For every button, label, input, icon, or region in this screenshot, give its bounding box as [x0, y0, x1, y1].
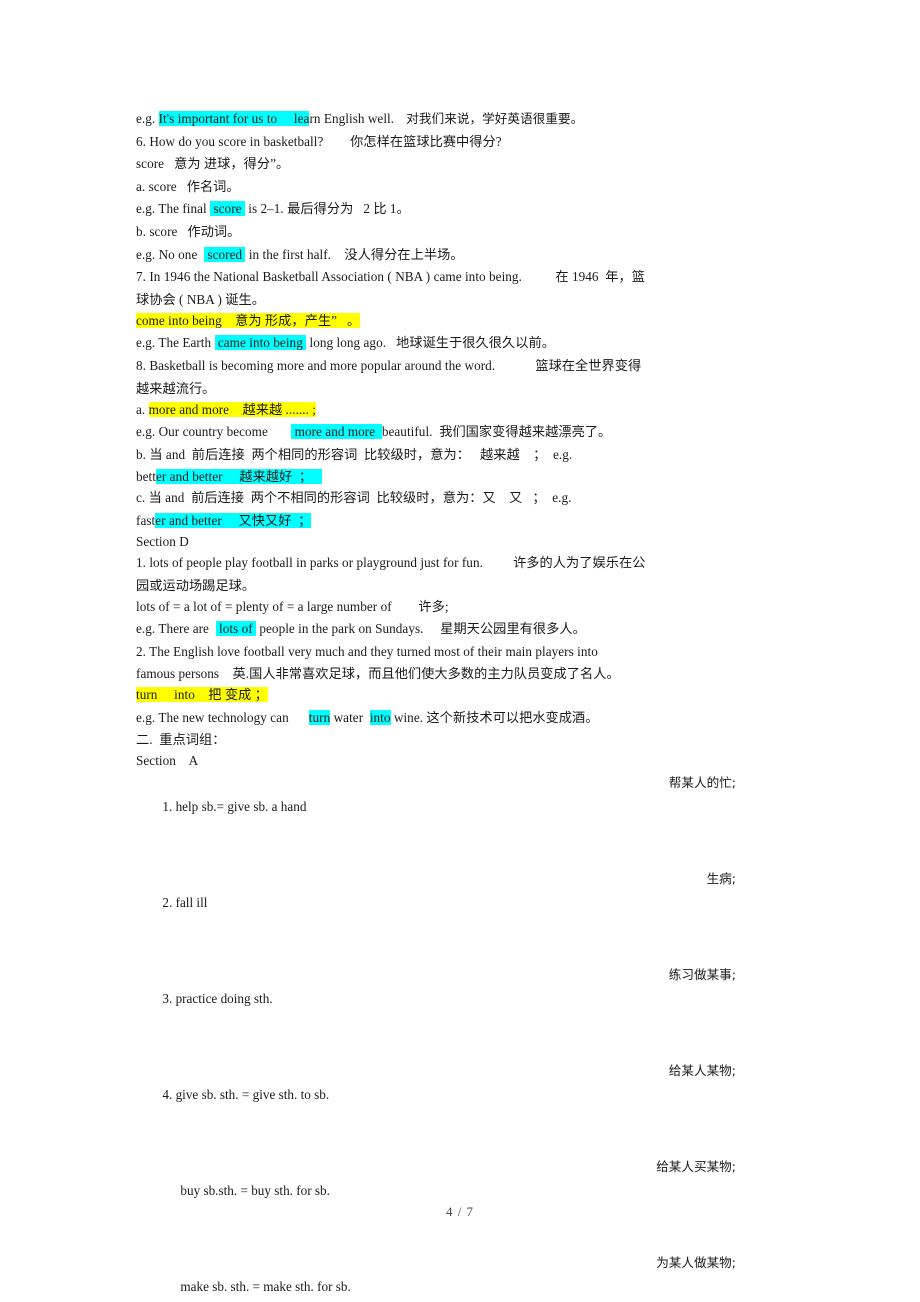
phrase-list-section-a: 1. help sb.= give sb. a hand 帮某人的忙; 2. f…	[136, 771, 736, 1302]
phrase-zh: 给某人买某物;	[656, 1159, 736, 1175]
text-line: better and better 越来越好 ；	[136, 466, 736, 487]
highlight-cyan: came into being	[214, 335, 307, 351]
document-body: e.g. It's important for us to learn Engl…	[136, 108, 736, 1302]
line-translation: 对我们来说，学好英语很重要。	[394, 111, 584, 126]
section-heading-d: Section D	[136, 533, 189, 549]
line-suffix: beautiful. 我们国家变得越来越漂亮了。	[381, 424, 612, 440]
text-line: 6. How do you score in basketball? 你怎样在篮…	[136, 133, 502, 149]
text-line: e.g. Our country become more and more be…	[136, 421, 736, 444]
text-line: a. score 作名词。	[136, 178, 240, 194]
phrase-en: buy sb.sth. = buy sth. for sb.	[180, 1183, 330, 1199]
text-line: e.g. There are lots of people in the par…	[136, 618, 736, 641]
line-prefix: e.g. No one	[136, 246, 205, 262]
text-line: lots of = a lot of = plenty of = a large…	[136, 598, 449, 614]
highlight-cyan: score	[210, 201, 245, 217]
page-number: 4 / 7	[445, 1204, 475, 1219]
text-line: faster and better 又快又好 ；	[136, 510, 736, 531]
highlight-cyan: It's important for us to lea	[158, 111, 310, 126]
line-prefix: e.g.	[136, 111, 159, 126]
phrase-en: make sb. sth. = make sth. for sb.	[180, 1279, 351, 1295]
text-line: 7. In 1946 the National Basketball Assoc…	[136, 269, 645, 285]
text-line: 园或运动场踢足球。	[136, 577, 256, 593]
text-line: c. 当 and 前后连接 两个不相同的形容词 比较级时，意为：又 又 ； e.…	[136, 490, 572, 506]
text-line: e.g. The new technology can turn water i…	[136, 707, 736, 730]
line-suffix: people in the park on Sundays. 星期天公园里有很多…	[256, 621, 586, 637]
text-line: b. score 作动词。	[136, 223, 241, 239]
text-line: 球协会 ( NBA ) 诞生。	[136, 291, 265, 307]
highlight-cyan: into	[369, 709, 391, 725]
phrase-row: 1. help sb.= give sb. a hand 帮某人的忙;	[136, 771, 736, 867]
highlight-cyan: er and better 又快又好 ；	[155, 512, 312, 528]
phrase-en: 1. help sb.= give sb. a hand	[162, 799, 307, 815]
highlight-cyan: turn	[308, 709, 331, 725]
text-line: 1. lots of people play football in parks…	[136, 554, 646, 570]
line-suffix: wine. 这个新技术可以把水变成酒。	[390, 709, 599, 725]
text-line: famous persons 英.国人非常喜欢足球，而且他们使大多数的主力队员变…	[136, 666, 620, 682]
highlight-yellow: come into being 意为 形成，产生” 。	[136, 312, 361, 328]
text-line: b. 当 and 前后连接 两个相同的形容词 比较级时，意为： 越来越 ； e.…	[136, 446, 573, 462]
section-heading-two: 二. 重点词组：	[136, 732, 226, 748]
phrase-en: 3. practice doing sth.	[162, 991, 273, 1007]
text-line: come into being 意为 形成，产生” 。	[136, 310, 736, 333]
text-line: e.g. It's important for us to learn Engl…	[136, 108, 736, 131]
line-prefix: fast	[136, 512, 156, 528]
highlight-yellow: turn into 把 变成 ；	[136, 687, 268, 703]
phrase-zh: 帮某人的忙;	[668, 775, 736, 791]
text-line: e.g. No one scored in the first half. 没人…	[136, 244, 736, 267]
text-line: 2. The English love football very much a…	[136, 643, 598, 659]
text-line: score 意为 进球，得分”。	[136, 156, 290, 172]
phrase-en: 2. fall ill	[162, 895, 208, 911]
phrase-zh: 为某人做某物;	[656, 1255, 736, 1271]
text-line: a. more and more 越来越 ....... ;	[136, 399, 736, 422]
highlight-cyan: more and more	[291, 424, 382, 440]
text-line: 8. Basketball is becoming more and more …	[136, 357, 642, 373]
line-prefix: a.	[136, 401, 149, 417]
section-heading-a: Section A	[136, 753, 199, 769]
text-line: e.g. The final score is 2–1. 最后得分为 2 比 1…	[136, 198, 736, 221]
line-prefix: e.g. The new technology can	[136, 709, 309, 725]
line-middle: water	[330, 709, 370, 725]
highlight-cyan: scored	[204, 246, 246, 262]
highlight-yellow: more and more 越来越 ....... ;	[148, 401, 317, 417]
phrase-row: make sb. sth. = make sth. for sb. 为某人做某物…	[136, 1251, 736, 1302]
phrase-zh: 给某人某物;	[668, 1063, 736, 1079]
phrase-zh: 练习做某事;	[668, 967, 736, 983]
highlight-cyan: lots of	[215, 621, 257, 637]
phrase-zh: 生病;	[706, 871, 736, 887]
phrase-row: 2. fall ill 生病;	[136, 867, 736, 963]
line-prefix: e.g. There are	[136, 621, 216, 637]
line-suffix: rn English well.	[309, 111, 395, 126]
phrase-row: 3. practice doing sth. 练习做某事;	[136, 963, 736, 1059]
line-suffix: long long ago. 地球诞生于很久很久以前。	[306, 335, 555, 351]
line-prefix: e.g. The final	[136, 201, 211, 217]
line-prefix: bett	[136, 469, 156, 485]
text-line: turn into 把 变成 ；	[136, 684, 736, 707]
line-suffix: is 2–1. 最后得分为 2 比 1。	[244, 201, 410, 217]
text-line: 越来越流行。	[136, 380, 216, 396]
text-line: e.g. The Earth came into being long long…	[136, 332, 736, 355]
highlight-cyan: er and better 越来越好 ；	[155, 469, 323, 485]
phrase-en: 4. give sb. sth. = give sth. to sb.	[162, 1087, 330, 1103]
phrase-row: 4. give sb. sth. = give sth. to sb. 给某人某…	[136, 1059, 736, 1155]
line-suffix: in the first half. 没人得分在上半场。	[245, 246, 464, 262]
line-prefix: e.g. The Earth	[136, 335, 215, 351]
line-prefix: e.g. Our country become	[136, 424, 292, 440]
document-page: e.g. It's important for us to learn Engl…	[0, 0, 920, 1302]
